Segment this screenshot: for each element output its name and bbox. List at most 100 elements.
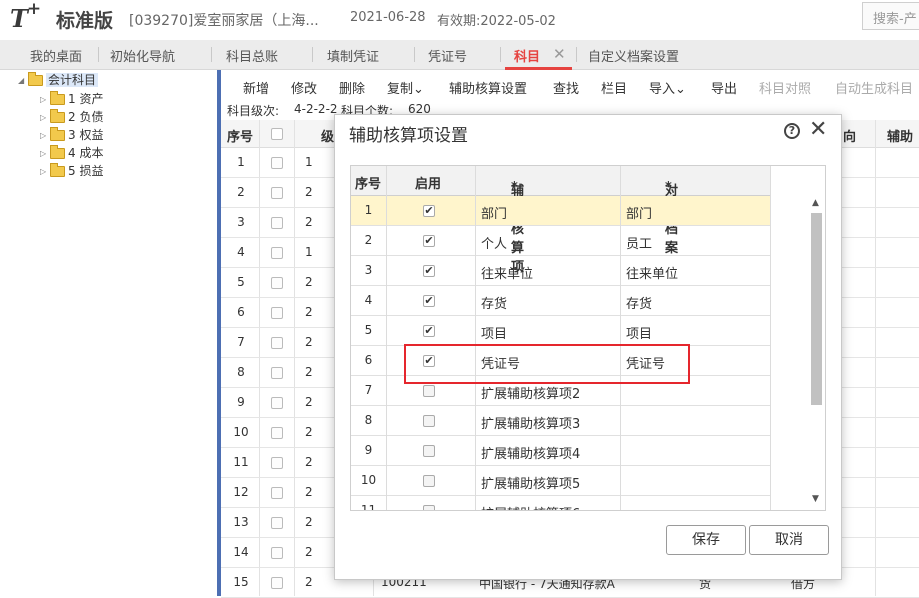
export-button[interactable]: 导出 [711, 78, 737, 97]
table-row[interactable]: 5 ✔ 项目 项目 [351, 316, 771, 346]
top-bar: T+ 标准版 [039270]爱室丽家居（上海... 2021-06-28 有效… [0, 0, 919, 36]
aux-items-table: 序号 启用 *辅助核算项 *对应档案 1✔部门部门 2✔个人员工 3✔往来单位往… [350, 165, 826, 511]
row-checkbox[interactable] [271, 337, 283, 349]
folder-icon [50, 145, 65, 159]
header-direction: 向 [843, 130, 857, 145]
scroll-down-icon[interactable]: ▼ [812, 494, 819, 504]
close-icon[interactable]: ✕ [809, 117, 827, 142]
row-checkbox[interactable] [271, 457, 283, 469]
save-button[interactable]: 保存 [666, 525, 746, 555]
auto-generate-button[interactable]: 自动生成科目 [835, 78, 913, 97]
edition-label: 标准版 [56, 10, 114, 32]
app-logo: T+ [10, 0, 41, 33]
row-checkbox[interactable] [271, 397, 283, 409]
import-button[interactable]: 导入⌄ [649, 78, 686, 97]
table-row[interactable]: 11扩展辅助核算项6 [351, 496, 771, 510]
folder-icon [50, 163, 65, 177]
table-row[interactable]: 3 ✔ 往来单位 往来单位 [351, 256, 771, 286]
tree-root[interactable]: ◢ 会计科目 [18, 71, 99, 89]
chevron-down-icon: ⌄ [675, 82, 686, 97]
enable-checkbox[interactable] [423, 505, 435, 510]
table-row[interactable]: 1 ✔ 部门 部门 [351, 196, 771, 226]
active-tab-indicator [505, 67, 572, 70]
columns-button[interactable]: 栏目 [601, 78, 627, 97]
expand-triangle-icon[interactable]: ▷ [40, 95, 50, 104]
enable-checkbox[interactable]: ✔ [423, 205, 435, 217]
help-icon[interactable]: ? [784, 123, 800, 139]
tree-item[interactable]: ▷ 5 损益 [40, 162, 103, 180]
scroll-up-icon[interactable]: ▲ [812, 198, 819, 208]
row-checkbox[interactable] [271, 487, 283, 499]
edit-button[interactable]: 修改 [291, 78, 317, 97]
expand-triangle-icon[interactable]: ▷ [40, 167, 50, 176]
table-row[interactable]: 4 ✔ 存货 存货 [351, 286, 771, 316]
header-level: 级 [321, 130, 335, 145]
tab-close-icon[interactable]: ✕ [553, 45, 566, 63]
tree-item[interactable]: ▷ 4 成本 [40, 144, 103, 162]
row-checkbox[interactable] [271, 187, 283, 199]
expand-triangle-icon[interactable]: ▷ [40, 131, 50, 140]
table-row[interactable]: 2 ✔ 个人 员工 [351, 226, 771, 256]
row-checkbox[interactable] [271, 157, 283, 169]
vertical-scrollbar[interactable]: ▲ ▼ [808, 196, 823, 510]
chevron-down-icon: ⌄ [413, 82, 424, 97]
add-button[interactable]: 新增 [243, 78, 269, 97]
enable-checkbox[interactable] [423, 445, 435, 457]
tab-bar: 我的桌面 初始化导航 科目总账 填制凭证 凭证号 科目 ✕ 自定义档案设置 [0, 40, 919, 70]
annotation-highlight-box [404, 344, 690, 384]
find-button[interactable]: 查找 [553, 78, 579, 97]
cancel-button[interactable]: 取消 [749, 525, 829, 555]
row-checkbox[interactable] [271, 517, 283, 529]
row-checkbox[interactable] [271, 427, 283, 439]
validity-date: 有效期:2022-05-02 [437, 14, 556, 29]
enable-checkbox[interactable]: ✔ [423, 295, 435, 307]
enable-checkbox[interactable]: ✔ [423, 235, 435, 247]
table-row[interactable]: 8 扩展辅助核算项3 [351, 406, 771, 436]
scroll-thumb[interactable] [811, 213, 822, 405]
aux-settings-button[interactable]: 辅助核算设置 [449, 78, 527, 97]
tab-ledger[interactable]: 科目总账 [226, 46, 278, 65]
tree-item[interactable]: ▷ 3 权益 [40, 126, 103, 144]
table-row[interactable]: 9 扩展辅助核算项4 [351, 436, 771, 466]
account-mapping-button[interactable]: 科目对照 [759, 78, 811, 97]
copy-button[interactable]: 复制⌄ [387, 78, 424, 97]
folder-icon [50, 109, 65, 123]
tab-voucher-no[interactable]: 凭证号 [428, 46, 467, 65]
expand-triangle-icon[interactable]: ▷ [40, 149, 50, 158]
enable-checkbox[interactable] [423, 385, 435, 397]
main-toolbar: 新增 修改 删除 复制⌄ 辅助核算设置 查找 栏目 导入⌄ 导出 科目对照 自动… [221, 72, 919, 100]
row-checkbox[interactable] [271, 367, 283, 379]
collapse-triangle-icon[interactable]: ◢ [18, 76, 28, 85]
folder-icon [50, 91, 65, 105]
tree-item[interactable]: ▷ 2 负债 [40, 108, 103, 126]
expand-triangle-icon[interactable]: ▷ [40, 113, 50, 122]
row-checkbox[interactable] [271, 217, 283, 229]
row-checkbox[interactable] [271, 577, 283, 589]
tab-accounts[interactable]: 科目 [514, 46, 540, 65]
row-checkbox[interactable] [271, 277, 283, 289]
delete-button[interactable]: 删除 [339, 78, 365, 97]
tab-init-guide[interactable]: 初始化导航 [110, 46, 175, 65]
enable-checkbox[interactable] [423, 415, 435, 427]
search-input[interactable]: 搜索-产 [862, 2, 919, 30]
tab-fill-voucher[interactable]: 填制凭证 [327, 46, 379, 65]
header-no: 序号 [227, 130, 254, 145]
header-aux: 辅助 [887, 130, 914, 145]
select-all-checkbox[interactable] [271, 128, 283, 140]
login-date: 2021-06-28 [350, 10, 426, 25]
header-no: 序号 [355, 177, 382, 192]
row-checkbox[interactable] [271, 247, 283, 259]
tab-custom-archive[interactable]: 自定义档案设置 [588, 46, 679, 65]
row-checkbox[interactable] [271, 547, 283, 559]
enable-checkbox[interactable]: ✔ [423, 265, 435, 277]
account-tree: ◢ 会计科目 ▷ 1 资产 ▷ 2 负债 ▷ 3 权益 ▷ 4 成本 ▷ 5 损益 [0, 70, 217, 596]
folder-icon [50, 127, 65, 141]
tree-item[interactable]: ▷ 1 资产 [40, 90, 103, 108]
row-checkbox[interactable] [271, 307, 283, 319]
header-enabled: 启用 [415, 177, 442, 192]
table-row[interactable]: 10 扩展辅助核算项5 [351, 466, 771, 496]
account-name[interactable]: [039270]爱室丽家居（上海... [129, 10, 319, 30]
tab-my-desktop[interactable]: 我的桌面 [30, 46, 82, 65]
enable-checkbox[interactable]: ✔ [423, 325, 435, 337]
enable-checkbox[interactable] [423, 475, 435, 487]
